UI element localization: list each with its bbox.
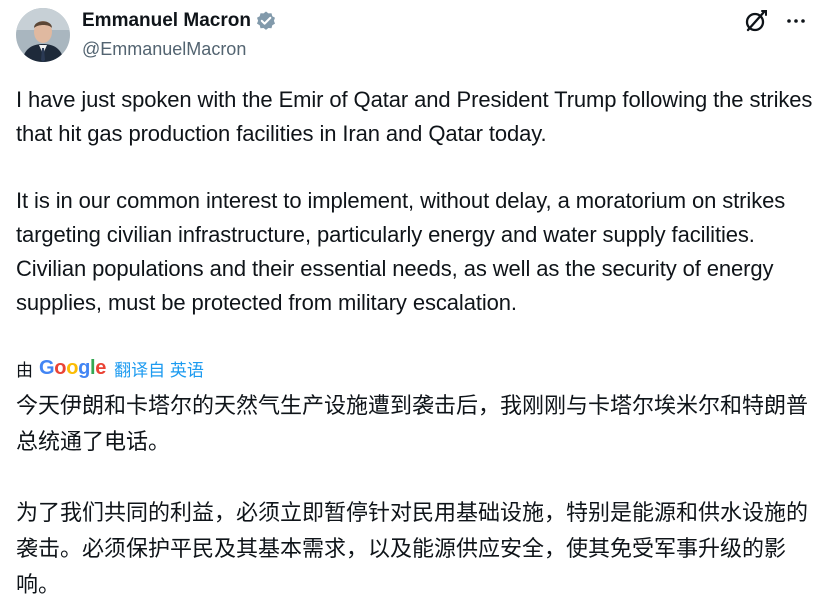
- translation-attribution: 由 Google 翻译自 英语: [16, 355, 204, 381]
- translated-paragraph: 今天伊朗和卡塔尔的天然气生产设施遭到袭击后，我刚刚与卡塔尔埃米尔和特朗普总统通了…: [16, 394, 809, 455]
- translated-text: 今天伊朗和卡塔尔的天然气生产设施遭到袭击后，我刚刚与卡塔尔埃米尔和特朗普总统通了…: [16, 389, 816, 604]
- author-name-row: Emmanuel Macron: [82, 9, 277, 33]
- verified-badge-icon[interactable]: [255, 10, 277, 32]
- author-display-name[interactable]: Emmanuel Macron: [82, 9, 251, 33]
- translation-prefix: 由: [16, 360, 33, 380]
- tweet-paragraph: It is in our common interest to implemen…: [16, 188, 786, 315]
- tweet-actions: [743, 8, 807, 34]
- tweet-text: I have just spoken with the Emir of Qata…: [16, 83, 816, 320]
- tweet-paragraph: I have just spoken with the Emir of Qata…: [16, 87, 813, 146]
- translated-from-link[interactable]: 翻译自 英语: [114, 356, 204, 381]
- google-logo: Google: [39, 356, 107, 379]
- more-horizontal-icon[interactable]: [785, 10, 807, 32]
- author-block: Emmanuel Macron @EmmanuelMacron: [82, 9, 277, 60]
- author-handle[interactable]: @EmmanuelMacron: [82, 38, 277, 60]
- translated-paragraph: 为了我们共同的利益，必须立即暂停针对民用基础设施，特别是能源和供水设施的袭击。必…: [16, 501, 809, 598]
- avatar[interactable]: [16, 8, 70, 62]
- grok-icon[interactable]: [743, 8, 769, 34]
